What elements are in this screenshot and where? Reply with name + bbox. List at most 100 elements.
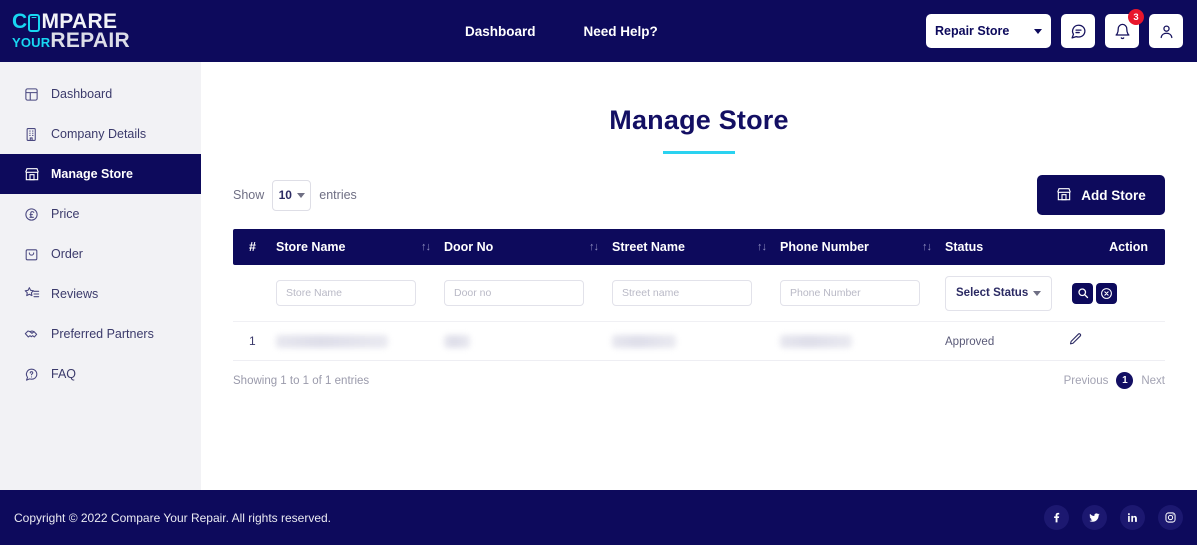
cell-phone-number bbox=[780, 334, 945, 348]
logo-letter-c: C bbox=[12, 10, 28, 33]
filter-cell-actions bbox=[1068, 282, 1165, 304]
page-root: C MPARE YOUR REPAIR Dashboard Need Help?… bbox=[0, 0, 1197, 545]
cell-status: Approved bbox=[945, 334, 1068, 348]
pound-coin-icon bbox=[23, 206, 40, 223]
table-header-row: # Store Name ↑↓ Door No ↑↓ Street Name ↑… bbox=[233, 229, 1165, 265]
notifications-button[interactable]: 3 bbox=[1105, 9, 1144, 48]
twitter-icon bbox=[1089, 513, 1100, 522]
sort-toggle-icon[interactable]: ↑↓ bbox=[922, 241, 932, 253]
sidebar-item-order[interactable]: Order bbox=[0, 234, 201, 274]
show-label: Show bbox=[233, 188, 265, 202]
phone-icon bbox=[28, 13, 41, 32]
reset-circle-x-icon bbox=[1101, 287, 1112, 299]
filter-reset-button[interactable] bbox=[1096, 282, 1117, 304]
cell-door-no bbox=[444, 334, 612, 348]
social-link-twitter[interactable] bbox=[1082, 505, 1107, 530]
sidebar-item-label: Reviews bbox=[51, 287, 99, 301]
stores-table: # Store Name ↑↓ Door No ↑↓ Street Name ↑… bbox=[233, 229, 1165, 361]
nav-link-need-help[interactable]: Need Help? bbox=[584, 24, 658, 39]
filter-action-buttons bbox=[1072, 282, 1165, 304]
table-row[interactable]: 1 Approved bbox=[233, 322, 1165, 361]
cell-street-name bbox=[612, 334, 780, 348]
sidebar-item-preferred-partners[interactable]: Preferred Partners bbox=[0, 314, 201, 354]
filter-cell-store-name bbox=[276, 280, 444, 306]
sidebar-item-label: Manage Store bbox=[51, 167, 133, 181]
page-footer: Copyright © 2022 Compare Your Repair. Al… bbox=[0, 490, 1197, 545]
column-header-phone-number[interactable]: Phone Number ↑↓ bbox=[780, 240, 945, 254]
cell-action bbox=[1068, 332, 1165, 350]
show-entries-control: Show 10 entries bbox=[233, 179, 357, 211]
pagination-previous[interactable]: Previous bbox=[1064, 375, 1109, 387]
filter-street-name-input[interactable] bbox=[612, 280, 752, 306]
logo-text-repair: REPAIR bbox=[50, 29, 130, 52]
column-header-door-no[interactable]: Door No ↑↓ bbox=[444, 240, 612, 254]
showing-entries-text: Showing 1 to 1 of 1 entries bbox=[233, 374, 370, 387]
edit-pencil-icon[interactable] bbox=[1068, 333, 1083, 350]
sidebar-item-label: FAQ bbox=[51, 367, 77, 381]
redacted-value bbox=[276, 334, 388, 348]
top-navbar-actions: Repair Store 3 bbox=[926, 0, 1183, 62]
linkedin-icon bbox=[1127, 513, 1137, 522]
column-header-label: Status bbox=[945, 240, 984, 254]
main-content: Manage Store Show 10 entries Add Store #… bbox=[201, 62, 1197, 490]
column-header-label: Phone Number bbox=[780, 240, 869, 254]
sidebar-item-faq[interactable]: FAQ bbox=[0, 354, 201, 394]
sidebar-item-price[interactable]: Price bbox=[0, 194, 201, 234]
column-header-index: # bbox=[233, 240, 276, 254]
sort-toggle-icon[interactable]: ↑↓ bbox=[589, 241, 599, 253]
pagination-page-1[interactable]: 1 bbox=[1116, 372, 1134, 389]
sidebar-item-label: Price bbox=[51, 207, 80, 221]
filter-door-no-input[interactable] bbox=[444, 280, 584, 306]
column-header-status: Status bbox=[945, 240, 1068, 254]
filter-store-name-input[interactable] bbox=[276, 280, 416, 306]
sidebar-item-company-details[interactable]: Company Details bbox=[0, 114, 201, 154]
sort-toggle-icon[interactable]: ↑↓ bbox=[757, 241, 767, 253]
entries-value: 10 bbox=[278, 188, 292, 202]
dashboard-icon bbox=[23, 86, 40, 103]
column-header-label: # bbox=[249, 240, 256, 254]
column-header-store-name[interactable]: Store Name ↑↓ bbox=[276, 240, 444, 254]
facebook-icon bbox=[1054, 512, 1060, 523]
filter-phone-number-input[interactable] bbox=[780, 280, 920, 306]
logo-line-two: YOUR REPAIR bbox=[12, 30, 200, 51]
chat-icon bbox=[1070, 24, 1086, 39]
handshake-icon bbox=[23, 326, 40, 343]
filter-cell-phone-number bbox=[780, 280, 945, 306]
social-link-instagram[interactable] bbox=[1158, 505, 1183, 530]
social-link-linkedin[interactable] bbox=[1120, 505, 1145, 530]
store-selector-label: Repair Store bbox=[935, 24, 1010, 38]
column-header-action: Action bbox=[1068, 240, 1165, 254]
top-navbar: C MPARE YOUR REPAIR Dashboard Need Help?… bbox=[0, 0, 1197, 62]
social-links bbox=[1044, 505, 1183, 530]
brand-logo[interactable]: C MPARE YOUR REPAIR bbox=[0, 11, 200, 51]
sidebar-item-manage-store[interactable]: Manage Store bbox=[0, 154, 201, 194]
redacted-value bbox=[612, 334, 676, 348]
sort-toggle-icon[interactable]: ↑↓ bbox=[421, 241, 431, 253]
column-header-street-name[interactable]: Street Name ↑↓ bbox=[612, 240, 780, 254]
column-header-label: Door No bbox=[444, 240, 494, 254]
entries-per-page-select[interactable]: 10 bbox=[272, 179, 312, 211]
sidebar-item-dashboard[interactable]: Dashboard bbox=[0, 74, 201, 114]
store-selector-dropdown[interactable]: Repair Store bbox=[926, 14, 1051, 48]
filter-status-select[interactable]: Select Status bbox=[945, 275, 1052, 311]
sidebar: Dashboard Company Details Manage Store P… bbox=[0, 62, 201, 490]
status-badge: Approved bbox=[945, 336, 995, 348]
page-title: Manage Store bbox=[609, 105, 789, 135]
user-profile-button[interactable] bbox=[1149, 14, 1183, 48]
store-icon bbox=[1056, 186, 1072, 205]
pagination: Previous 1 Next bbox=[1064, 372, 1165, 389]
filter-search-button[interactable] bbox=[1072, 282, 1093, 304]
chat-button[interactable] bbox=[1061, 14, 1095, 48]
table-toolbar: Show 10 entries Add Store bbox=[233, 175, 1165, 215]
sidebar-item-reviews[interactable]: Reviews bbox=[0, 274, 201, 314]
store-icon bbox=[23, 166, 40, 183]
sidebar-item-label: Preferred Partners bbox=[51, 327, 154, 341]
social-link-facebook[interactable] bbox=[1044, 505, 1069, 530]
nav-link-dashboard[interactable]: Dashboard bbox=[465, 24, 536, 39]
column-header-label: Action bbox=[1109, 240, 1148, 254]
column-header-label: Store Name bbox=[276, 240, 346, 254]
chevron-down-icon bbox=[1034, 28, 1042, 34]
add-store-button[interactable]: Add Store bbox=[1037, 175, 1165, 215]
top-nav-links: Dashboard Need Help? bbox=[465, 24, 658, 39]
pagination-next[interactable]: Next bbox=[1141, 375, 1165, 387]
